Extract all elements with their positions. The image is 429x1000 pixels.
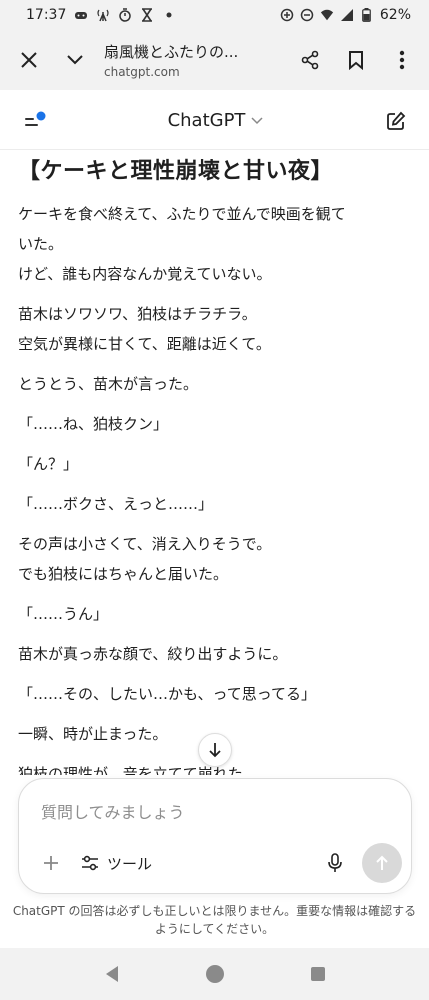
battery-icon [360, 8, 374, 22]
system-nav-bar [0, 948, 429, 1000]
app-title: ChatGPT [167, 110, 246, 131]
message-paragraph: 苗木はソワソワ、狛枝はチラチラ。 空気が異様に甘くて、距離は近くて。 [18, 299, 411, 359]
browser-toolbar: 扇風機とふたりの... chatgpt.com [0, 30, 429, 90]
message-line: いた。 [18, 235, 64, 253]
collapse-button[interactable] [52, 37, 98, 83]
arrow-down-icon [209, 743, 221, 758]
message-body: ケーキを食べ終えて、ふたりで並んで映画を観て いた。けど、誰も内容なんか覚えていな… [18, 199, 411, 749]
timer-icon [118, 8, 132, 22]
bookmark-icon [349, 51, 363, 70]
new-chat-button[interactable] [371, 96, 421, 146]
more-vert-icon [399, 50, 405, 70]
chevron-down-icon [251, 116, 263, 124]
page-url: chatgpt.com [104, 65, 180, 79]
menu-icon [25, 111, 46, 126]
tools-label: ツール [107, 854, 153, 873]
message-paragraph: ケーキを食べ終えて、ふたりで並んで映画を観て いた。けど、誰も内容なんか覚えていな… [18, 199, 411, 289]
message-line: けど、誰も内容なんか覚えていない。 [18, 265, 272, 283]
share-icon [301, 50, 319, 70]
status-bar: 17:37 62% [0, 0, 429, 30]
close-icon [21, 52, 37, 68]
message-line: 「……うん」 [18, 605, 109, 623]
wifi-icon [320, 8, 334, 22]
arrow-up-icon [376, 855, 388, 870]
prompt-input[interactable]: 質問してみましょう [41, 799, 185, 823]
page-info[interactable]: 扇風機とふたりの... chatgpt.com [98, 41, 287, 79]
status-time: 17:37 [26, 7, 67, 23]
voice-input-button[interactable] [321, 849, 349, 877]
message-paragraph: 「……その、したい…かも、って思ってる」 [18, 679, 411, 709]
message-heading: 【ケーキと理性崩壊と甘い夜】 [18, 159, 334, 184]
message-line: とうとう、苗木が言った。 [18, 375, 199, 393]
message-line: でも狛枝にはちゃんと届いた。 [18, 565, 229, 583]
message-line: 「……その、したい…かも、って思ってる」 [18, 685, 317, 703]
page-title: 扇風機とふたりの... [104, 43, 239, 61]
chat-header: ChatGPT [0, 92, 429, 150]
message-paragraph: 「……ボクさ、えっと……」 [18, 489, 411, 519]
message-line: 苗木はソワソワ、狛枝はチラチラ。 [18, 305, 257, 323]
sidebar-menu-button[interactable] [10, 96, 60, 146]
disclaimer: ChatGPT の回答は必ずしも正しいとは限りません。重要な情報は確認するように… [12, 904, 417, 936]
sliders-icon [82, 855, 98, 871]
home-button[interactable] [195, 954, 235, 994]
back-button[interactable] [92, 954, 132, 994]
hourglass-icon [140, 8, 154, 22]
game-icon [74, 8, 88, 22]
data-saver-icon [280, 8, 294, 22]
message-paragraph: 「……ね、狛枝クン」 [18, 409, 411, 439]
plus-icon [44, 856, 58, 870]
message-line: 空気が異様に甘くて、距離は近くて。 [18, 335, 271, 353]
recents-button[interactable] [298, 954, 338, 994]
signal-tower-icon [96, 8, 110, 22]
send-button[interactable] [362, 843, 402, 883]
bookmark-button[interactable] [333, 37, 379, 83]
message-paragraph: 「……うん」 [18, 599, 411, 629]
message-line: ケーキを食べ終えて、ふたりで並んで映画を観て [18, 205, 346, 223]
message-paragraph: 苗木が真っ赤な顔で、絞り出すように。 [18, 639, 411, 669]
battery-percent: 62% [379, 7, 411, 23]
message-line: 「ん？」 [18, 455, 79, 473]
microphone-icon [328, 853, 342, 872]
message-paragraph: とうとう、苗木が言った。 [18, 369, 411, 399]
message-line: その声は小さくて、消え入りそうで。 [18, 535, 272, 553]
composer: 質問してみましょう ツール [18, 778, 412, 894]
message-line: 「……ね、狛枝クン」 [18, 415, 169, 433]
dot-icon [162, 8, 176, 22]
message-line: 「……ボクさ、えっと……」 [18, 495, 214, 513]
back-triangle-icon [105, 966, 118, 982]
recents-square-icon [310, 967, 325, 981]
edit-icon [387, 111, 406, 130]
scroll-to-bottom-button[interactable] [198, 733, 232, 767]
home-circle-icon [205, 965, 224, 983]
model-selector[interactable]: ChatGPT [60, 110, 371, 131]
chevron-down-icon [67, 55, 83, 65]
tools-button[interactable]: ツール [81, 849, 152, 877]
chat-message: 【ケーキと理性崩壊と甘い夜】 ケーキを食べ終えて、ふたりで並んで映画を観て いた。… [0, 150, 429, 780]
message-paragraph: その声は小さくて、消え入りそうで。 でも狛枝にはちゃんと届いた。 [18, 529, 411, 589]
dnd-icon [300, 8, 314, 22]
more-options-button[interactable] [379, 37, 425, 83]
share-button[interactable] [287, 37, 333, 83]
message-paragraph: 「ん？」 [18, 449, 411, 479]
cell-signal-icon [340, 8, 354, 22]
close-tab-button[interactable] [6, 37, 52, 83]
attach-button[interactable] [37, 849, 65, 877]
message-line: 苗木が真っ赤な顔で、絞り出すように。 [18, 645, 288, 663]
